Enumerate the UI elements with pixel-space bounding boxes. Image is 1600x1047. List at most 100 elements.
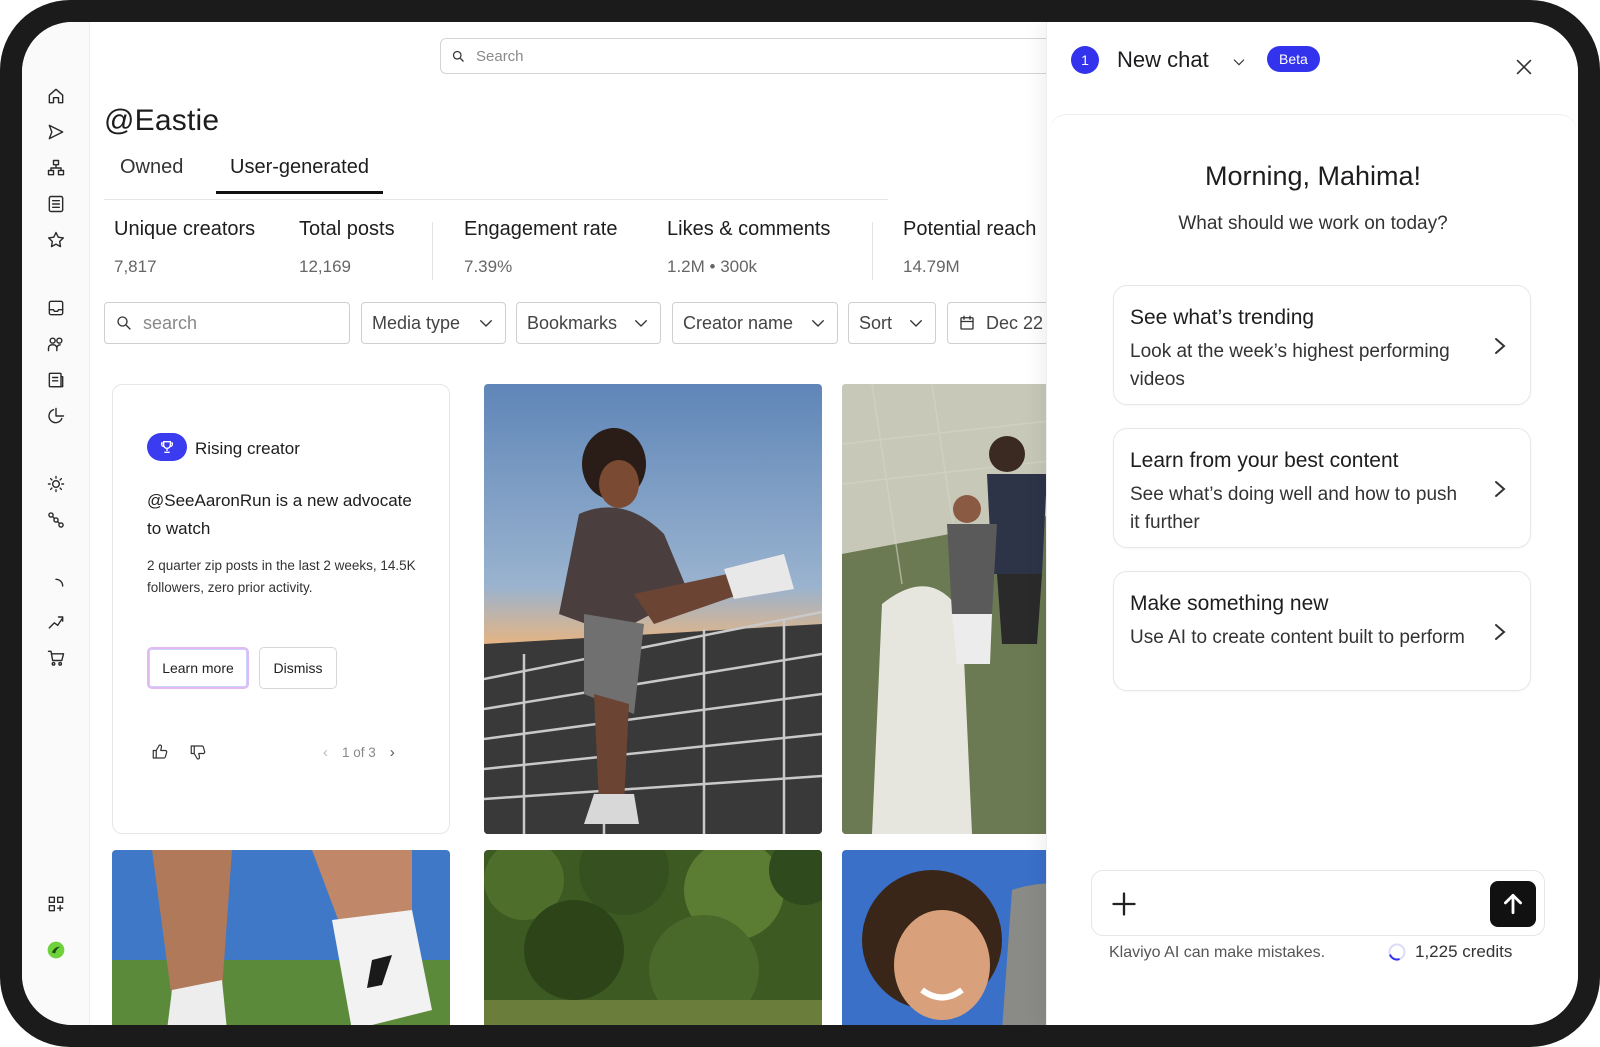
close-icon[interactable] xyxy=(1513,56,1535,78)
suggestion-title: See what’s trending xyxy=(1130,306,1315,329)
chat-subtitle: What should we work on today? xyxy=(1178,213,1448,234)
bookmarks-dropdown[interactable]: Bookmarks xyxy=(516,302,661,344)
stat-label: Unique creators xyxy=(114,218,256,240)
stat-value: 7.39% xyxy=(464,257,513,276)
creator-name-dropdown[interactable]: Creator name xyxy=(672,302,838,344)
chat-title[interactable]: New chat xyxy=(1117,47,1209,73)
device-frame: Search @Eastie Owned User-generated Uniq… xyxy=(0,0,1600,1047)
chevron-right-icon xyxy=(1492,336,1508,356)
brand-icon[interactable] xyxy=(44,938,68,962)
suggestion-title: Make something new xyxy=(1130,592,1329,615)
arrow-up-icon xyxy=(1504,893,1522,915)
cart-icon[interactable] xyxy=(44,646,68,670)
stat-label: Likes & comments xyxy=(667,218,831,240)
inbox-icon[interactable] xyxy=(44,296,68,320)
bookmarks-label: Bookmarks xyxy=(527,312,618,333)
org-icon[interactable] xyxy=(44,156,68,180)
card-pager: ‹ 1 of 3 › xyxy=(323,744,395,761)
date-range-label: Dec 22 xyxy=(986,312,1044,333)
chevron-right-icon xyxy=(1492,479,1508,499)
tab-user-generated[interactable]: User-generated xyxy=(216,156,383,194)
chevron-right-icon[interactable]: › xyxy=(390,744,395,761)
beta-badge: Beta xyxy=(1267,46,1320,72)
stat-potential-reach: Potential reach 14.79M xyxy=(903,218,1036,277)
search-icon xyxy=(117,316,131,330)
sort-label: Sort xyxy=(859,312,893,333)
bulb-icon[interactable] xyxy=(44,472,68,496)
progress-ring-icon xyxy=(1388,943,1406,961)
stat-divider xyxy=(872,222,873,280)
stat-total-posts: Total posts 12,169 xyxy=(299,218,395,277)
stat-value: 7,817 xyxy=(114,257,157,276)
chat-composer[interactable] xyxy=(1091,870,1545,936)
content-icon[interactable] xyxy=(44,368,68,392)
calendar-icon xyxy=(960,315,974,330)
apps-icon[interactable] xyxy=(44,892,68,916)
analytics-icon[interactable] xyxy=(44,404,68,428)
home-icon[interactable] xyxy=(44,84,68,108)
main-content: Search @Eastie Owned User-generated Uniq… xyxy=(90,22,1090,1025)
trend-icon[interactable] xyxy=(44,610,68,634)
stat-divider xyxy=(432,222,433,280)
suggestion-desc: See what’s doing well and how to push it… xyxy=(1130,484,1458,533)
suggestion-make-new[interactable]: Make something new Use AI to create cont… xyxy=(1113,571,1531,691)
creator-name-label: Creator name xyxy=(683,312,794,333)
tab-owned[interactable]: Owned xyxy=(120,156,183,191)
flow-icon[interactable] xyxy=(44,508,68,532)
app-screen: Search @Eastie Owned User-generated Uniq… xyxy=(22,22,1578,1025)
suggestion-trending[interactable]: See what’s trending Look at the week’s h… xyxy=(1113,285,1531,405)
stat-label: Engagement rate xyxy=(464,218,618,240)
ai-disclaimer: Klaviyo AI can make mistakes. xyxy=(1109,944,1326,961)
rising-creator-card: Rising creator @SeeAaronRun is a new adv… xyxy=(112,384,450,834)
chevron-down-icon xyxy=(635,320,647,327)
content-search-input[interactable]: search xyxy=(104,302,350,344)
global-search[interactable]: Search xyxy=(440,38,1090,74)
post-image-runner-stretch[interactable] xyxy=(484,384,822,834)
card-title: @SeeAaronRun is a new advocate to watch xyxy=(147,491,412,538)
suggestion-best-content[interactable]: Learn from your best content See what’s … xyxy=(1113,428,1531,548)
tab-bar: Owned User-generated xyxy=(104,152,888,200)
thumbs-down-icon[interactable] xyxy=(189,743,209,763)
suggestion-desc: Look at the week’s highest performing vi… xyxy=(1130,341,1450,390)
stat-value: 14.79M xyxy=(903,257,960,276)
stat-unique-creators: Unique creators 7,817 xyxy=(114,218,255,277)
thumbs-up-icon[interactable] xyxy=(151,743,171,763)
media-type-label: Media type xyxy=(372,312,461,333)
stat-value: 12,169 xyxy=(299,257,351,276)
chevron-right-icon xyxy=(1492,622,1508,642)
chevron-down-icon xyxy=(480,320,492,327)
credits-indicator: 1,225 credits xyxy=(1387,942,1512,962)
stat-engagement-rate: Engagement rate 7.39% xyxy=(464,218,617,277)
sort-dropdown[interactable]: Sort xyxy=(848,302,936,344)
search-icon xyxy=(452,50,464,62)
plus-icon[interactable] xyxy=(1110,890,1138,918)
credits-label: 1,225 credits xyxy=(1415,942,1513,961)
send-button[interactable] xyxy=(1490,881,1536,927)
stat-label: Total posts xyxy=(299,218,395,240)
card-badge-label: Rising creator xyxy=(195,439,300,458)
chat-count-badge: 1 xyxy=(1071,46,1099,74)
media-type-dropdown[interactable]: Media type xyxy=(361,302,506,344)
pager-label: 1 of 3 xyxy=(342,745,376,760)
send-icon[interactable] xyxy=(44,120,68,144)
chevron-down-icon xyxy=(910,320,922,327)
star-icon[interactable] xyxy=(44,228,68,252)
chat-header: 1 New chat Beta xyxy=(1047,22,1578,112)
chevron-down-icon[interactable] xyxy=(1231,54,1247,70)
post-image-forest-trail[interactable] xyxy=(484,850,822,1025)
left-nav-rail xyxy=(22,22,90,1025)
suggestion-desc: Use AI to create content built to perfor… xyxy=(1130,627,1465,648)
audience-icon[interactable] xyxy=(44,332,68,356)
content-search-placeholder: search xyxy=(143,312,198,333)
post-image-socks-closeup[interactable] xyxy=(112,850,450,1025)
stat-label: Potential reach xyxy=(903,218,1037,240)
stat-likes-comments: Likes & comments 1.2M • 300k xyxy=(667,218,830,277)
chevron-left-icon[interactable]: ‹ xyxy=(323,744,328,761)
list-icon[interactable] xyxy=(44,192,68,216)
chat-greeting: Morning, Mahima! xyxy=(1204,161,1422,191)
card-body: 2 quarter zip posts in the last 2 weeks,… xyxy=(147,558,416,595)
page-title: @Eastie xyxy=(104,104,220,137)
dismiss-button[interactable]: Dismiss xyxy=(259,647,337,689)
learn-more-button[interactable]: Learn more xyxy=(147,647,249,689)
chevron-down-icon xyxy=(812,320,824,327)
